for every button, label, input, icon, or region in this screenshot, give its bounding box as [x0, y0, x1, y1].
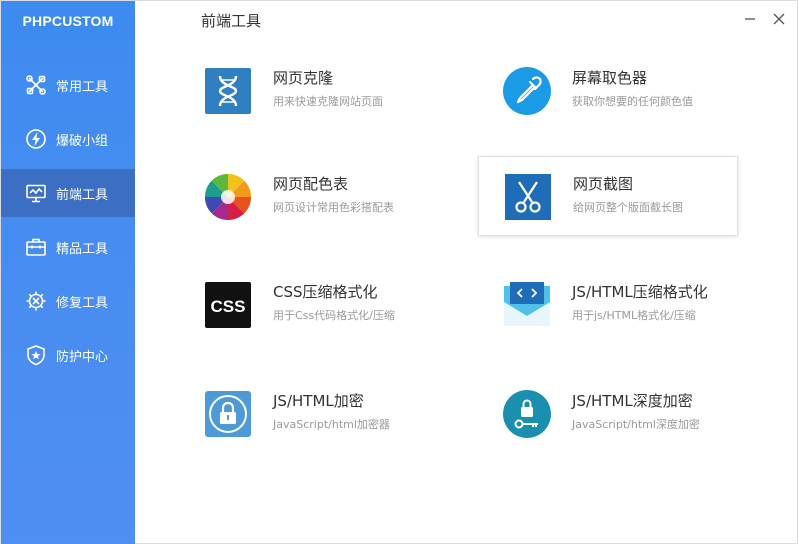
tool-title: CSS压缩格式化 — [273, 283, 378, 301]
tool-title: 网页配色表 — [273, 175, 349, 193]
brand-logo: PHPCUSTOM — [22, 13, 114, 29]
repair-icon — [25, 290, 47, 312]
toolbox-icon — [25, 236, 47, 258]
color-wheel-icon — [203, 172, 253, 222]
tool-card-color-picker[interactable]: 屏幕取色器 获取你想要的任何颜色值 — [478, 51, 738, 131]
lightning-icon — [25, 128, 47, 150]
sidebar-item-premium-tools[interactable]: 精品工具 — [1, 223, 135, 271]
tool-card-web-clone[interactable]: 网页克隆 用来快速克隆网站页面 — [179, 51, 439, 131]
minimize-button[interactable] — [742, 11, 758, 27]
tool-card-js-html-format[interactable]: JS/HTML压缩格式化 用于js/HTML格式化/压缩 — [478, 265, 738, 345]
sidebar-item-label: 防护中心 — [56, 349, 109, 365]
tool-desc: JavaScript/html深度加密 — [572, 418, 700, 431]
tool-card-css-format[interactable]: CSS CSS压缩格式化 用于Css代码格式化/压缩 — [179, 265, 439, 345]
sidebar-item-label: 爆破小组 — [56, 133, 109, 149]
tool-title: 屏幕取色器 — [572, 69, 648, 87]
sidebar-item-label: 常用工具 — [56, 79, 109, 95]
lock-icon — [203, 389, 253, 439]
svg-text:CSS: CSS — [211, 297, 246, 316]
minimize-icon — [745, 18, 755, 20]
tool-desc: 用于js/HTML格式化/压缩 — [572, 309, 696, 322]
tool-card-js-html-encrypt[interactable]: JS/HTML加密 JavaScript/html加密器 — [179, 374, 439, 454]
tool-desc: 给网页整个版面截长图 — [573, 201, 683, 214]
eyedropper-icon — [502, 66, 552, 116]
tool-title: JS/HTML压缩格式化 — [572, 283, 708, 301]
scissors-icon — [503, 172, 553, 222]
close-icon — [773, 13, 785, 25]
tool-desc: 用来快速克隆网站页面 — [273, 95, 383, 108]
tool-title: JS/HTML加密 — [273, 392, 364, 410]
css-icon: CSS — [203, 280, 253, 330]
tool-title: JS/HTML深度加密 — [572, 392, 693, 410]
sidebar-item-label: 修复工具 — [56, 295, 109, 311]
close-button[interactable] — [771, 11, 787, 27]
app-window: PHPCUSTOM 常用工具 爆破小组 前端工具 精品工具 修复工具 防护中心 … — [0, 0, 798, 544]
sidebar-item-protection-center[interactable]: 防护中心 — [1, 331, 135, 379]
tool-desc: 获取你想要的任何颜色值 — [572, 95, 693, 108]
tool-card-js-html-deep-encrypt[interactable]: JS/HTML深度加密 JavaScript/html深度加密 — [478, 374, 738, 454]
sidebar-item-repair-tools[interactable]: 修复工具 — [1, 277, 135, 325]
tool-card-screenshot[interactable]: 网页截图 给网页整个版面截长图 — [478, 156, 738, 236]
sidebar-item-label: 前端工具 — [56, 187, 109, 203]
tool-desc: 用于Css代码格式化/压缩 — [273, 309, 395, 322]
shield-icon — [25, 344, 47, 366]
tool-desc: JavaScript/html加密器 — [273, 418, 390, 431]
tool-title: 网页截图 — [573, 175, 634, 193]
tools-icon — [25, 74, 47, 96]
tool-desc: 网页设计常用色彩搭配表 — [273, 201, 394, 214]
tool-title: 网页克隆 — [273, 69, 334, 87]
code-envelope-icon — [502, 280, 552, 330]
page-title: 前端工具 — [201, 12, 262, 30]
dna-icon — [203, 66, 253, 116]
sidebar-item-label: 精品工具 — [56, 241, 109, 257]
monitor-icon — [25, 182, 47, 204]
sidebar-item-common-tools[interactable]: 常用工具 — [1, 61, 135, 109]
lock-key-icon — [502, 389, 552, 439]
sidebar-item-brute-force[interactable]: 爆破小组 — [1, 115, 135, 163]
sidebar-nav: 常用工具 爆破小组 前端工具 精品工具 修复工具 防护中心 — [1, 61, 135, 385]
tool-card-color-scheme[interactable]: 网页配色表 网页设计常用色彩搭配表 — [179, 157, 439, 237]
sidebar: PHPCUSTOM 常用工具 爆破小组 前端工具 精品工具 修复工具 防护中心 — [1, 1, 135, 544]
sidebar-item-frontend-tools[interactable]: 前端工具 — [1, 169, 135, 217]
